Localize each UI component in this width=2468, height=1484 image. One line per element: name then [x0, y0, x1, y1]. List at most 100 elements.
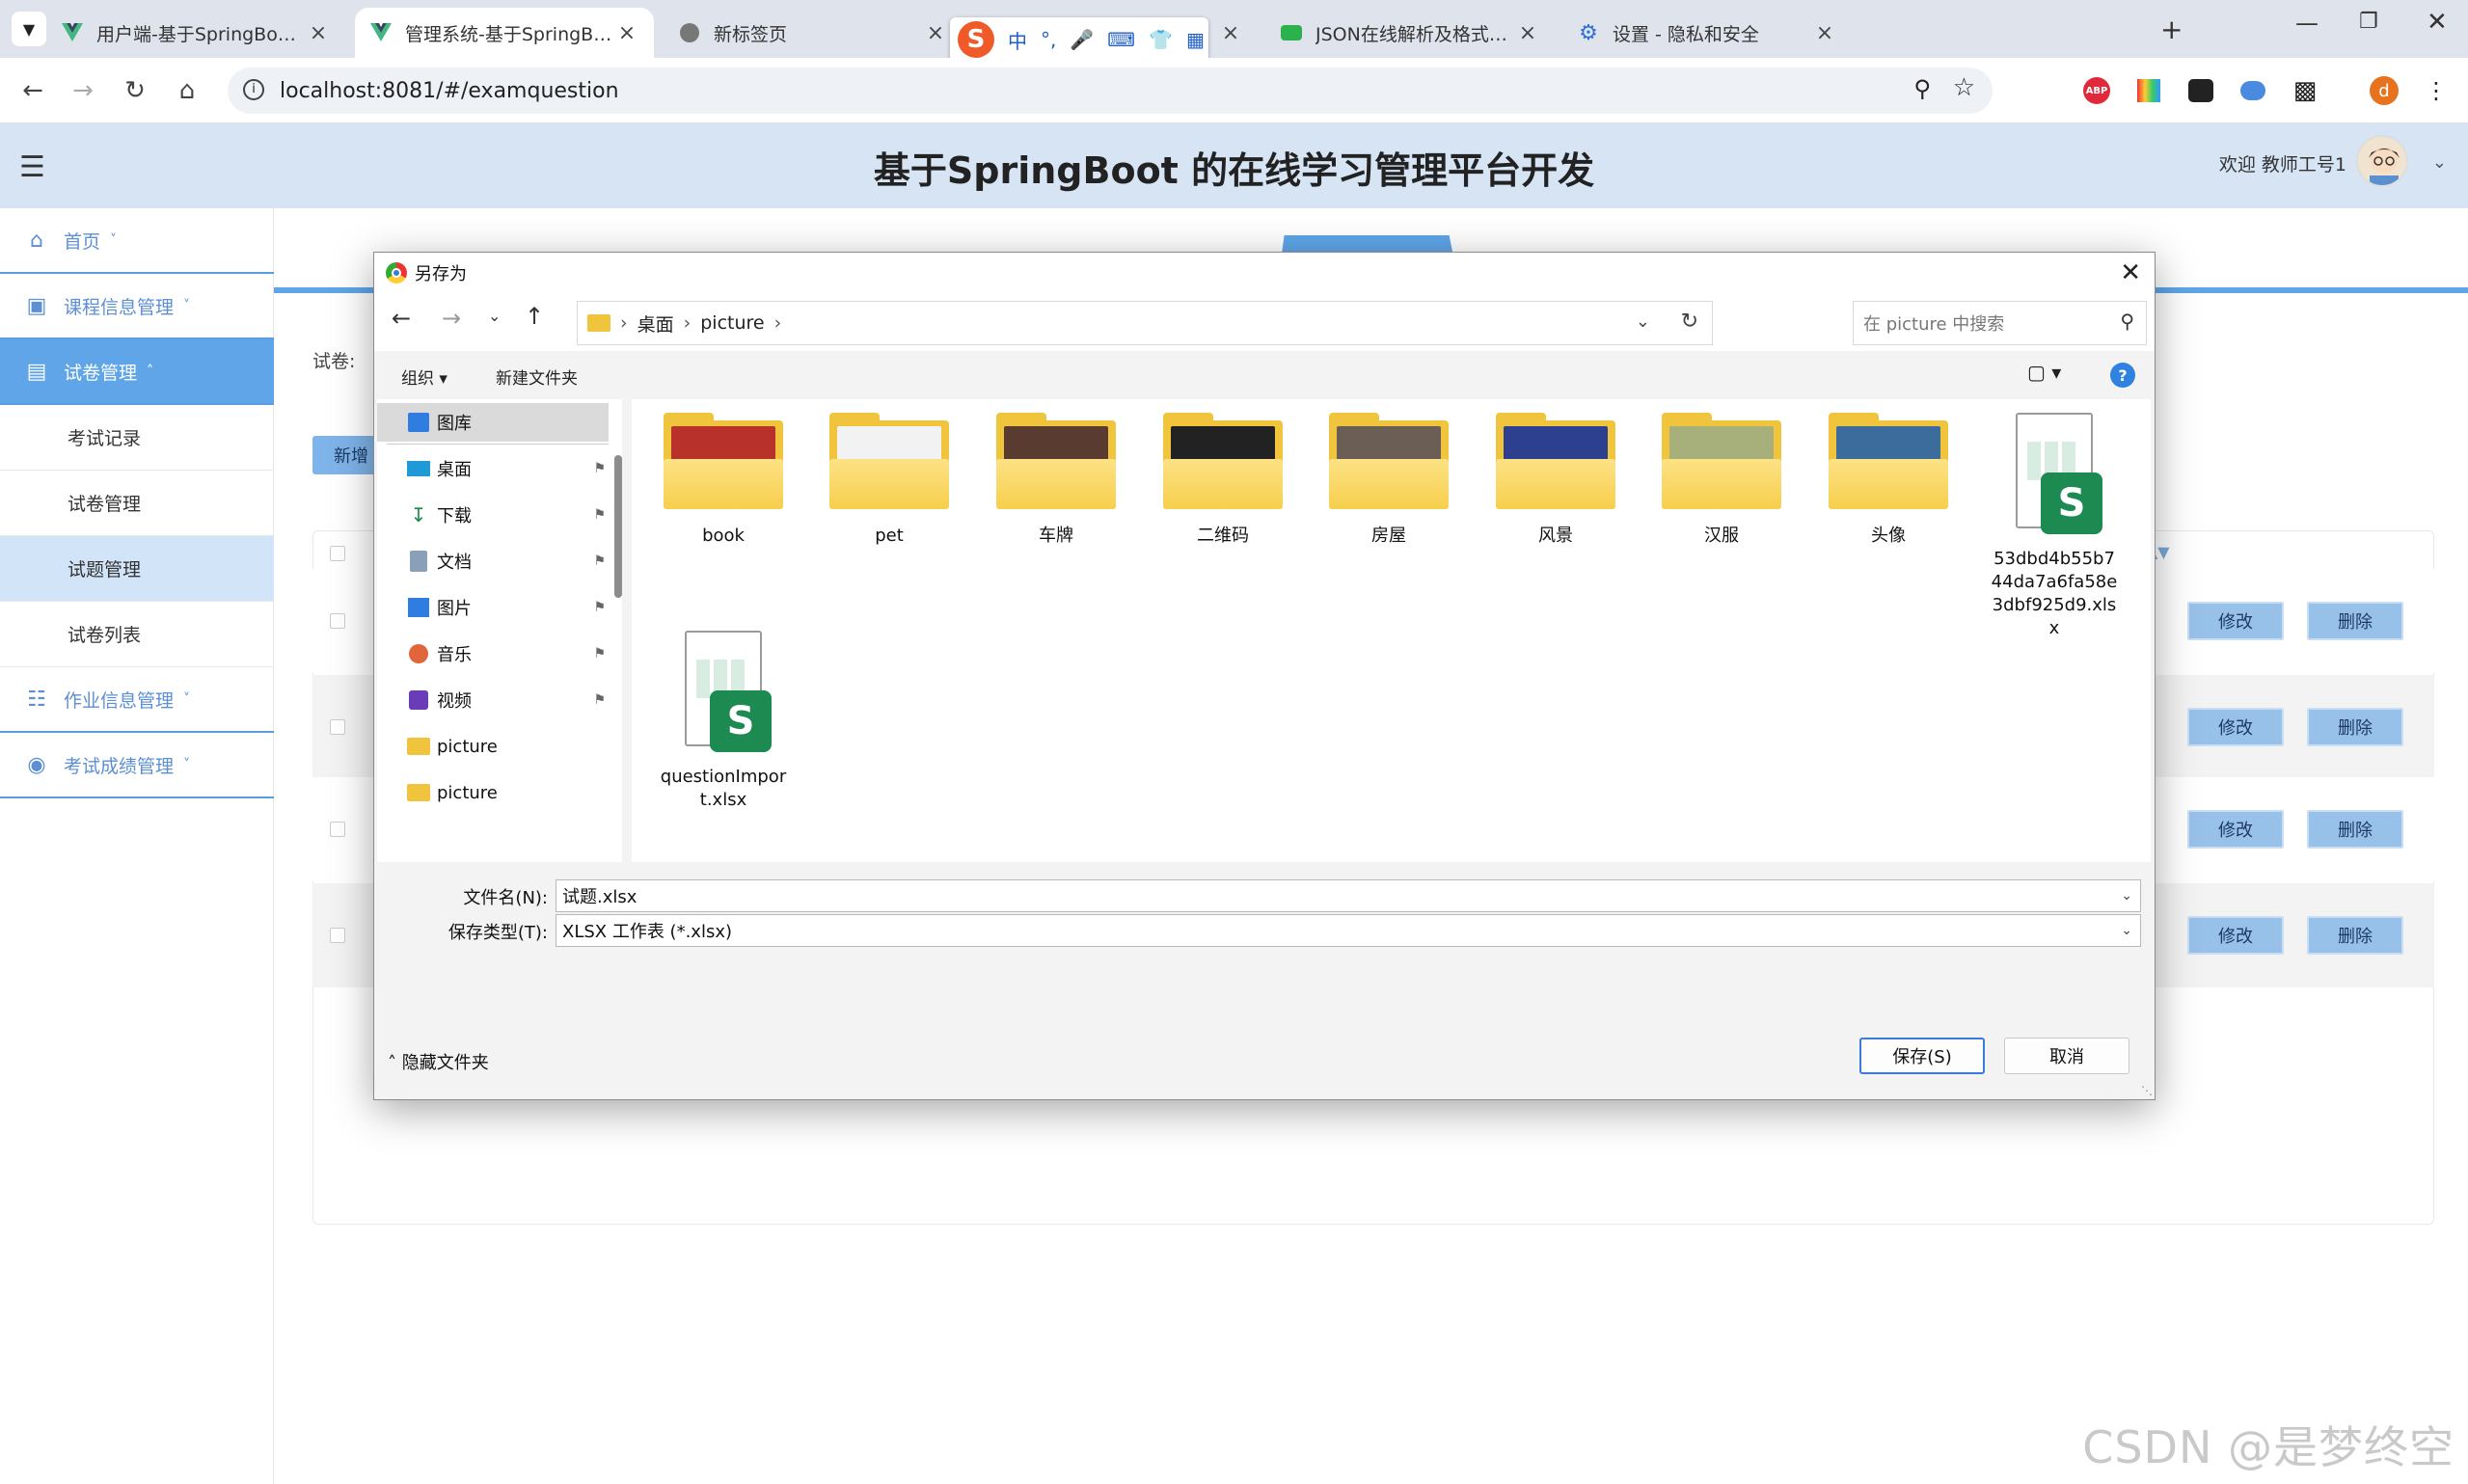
new-folder-button[interactable]: 新建文件夹	[496, 364, 578, 389]
forward-icon[interactable]: →	[442, 305, 461, 332]
edit-button[interactable]: 修改	[2187, 602, 2284, 640]
hide-folders-toggle[interactable]: ˄ 隐藏文件夹	[388, 1049, 489, 1074]
sidebar-item[interactable]: ▤ 试卷管理 ˄	[0, 339, 274, 405]
save-button[interactable]: 保存(S)	[1859, 1038, 1985, 1074]
delete-button[interactable]: 删除	[2307, 916, 2403, 955]
chevron-down-icon[interactable]: ⌄	[2121, 888, 2132, 904]
browser-tab[interactable]: 管理系统-基于SpringBoot ×	[355, 8, 654, 58]
nav-item[interactable]: 视频 ⚑	[406, 681, 613, 719]
nav-item[interactable]: 桌面 ⚑	[406, 449, 613, 488]
folder-item[interactable]: 二维码	[1151, 413, 1295, 548]
sidebar-item[interactable]: ⌂ 首页 ˅	[0, 208, 274, 274]
file-item[interactable]: SquestionImport.xlsx	[651, 631, 796, 812]
folder-item[interactable]: 头像	[1816, 413, 1961, 548]
filetype-value[interactable]: XLSX 工作表 (*.xlsx)	[562, 918, 732, 943]
up-folder-icon[interactable]: ↑	[525, 303, 544, 330]
browser-tab[interactable]: ⚙ 设置 - 隐私和安全 ×	[1562, 8, 1852, 58]
profile-avatar[interactable]: d	[2369, 75, 2400, 106]
pin-icon[interactable]: ⚑	[593, 507, 606, 523]
header-checkbox[interactable]	[330, 546, 345, 561]
edit-button[interactable]: 修改	[2187, 708, 2284, 746]
color-extension-icon[interactable]	[2133, 75, 2164, 106]
row-checkbox[interactable]	[330, 613, 345, 629]
refresh-icon[interactable]: ↻	[1681, 310, 1698, 334]
restore-button[interactable]: ❐	[2359, 10, 2378, 34]
extension-cloud-icon[interactable]	[2237, 75, 2268, 106]
tab-close-icon[interactable]: ×	[1219, 21, 1242, 45]
recent-dropdown-icon[interactable]: ⌄	[488, 307, 501, 325]
tab-close-icon[interactable]: ×	[1516, 21, 1539, 45]
pin-icon[interactable]: ⚑	[593, 600, 606, 615]
close-icon[interactable]: ✕	[2120, 258, 2141, 287]
row-checkbox[interactable]	[330, 822, 345, 837]
browser-tab[interactable]: 新标签页 ×	[664, 8, 963, 58]
url-bar[interactable]: i localhost:8081/#/examquestion ⚲ ☆	[228, 67, 1993, 114]
folder-item[interactable]: book	[651, 413, 796, 548]
chevron-down-icon[interactable]: ⌄	[2121, 923, 2132, 938]
sidebar-item[interactable]: ☷ 作业信息管理 ˅	[0, 667, 274, 733]
browser-tab[interactable]: JSON在线解析及格式化验×	[1265, 8, 1555, 58]
delete-button[interactable]: 删除	[2307, 602, 2403, 640]
adblock-icon[interactable]: ABP	[2081, 75, 2112, 106]
extensions-puzzle-icon[interactable]: ▩	[2290, 75, 2320, 106]
extension-bag-icon[interactable]	[2185, 75, 2216, 106]
ime-toolbar[interactable]: S 中 °, 🎤 ⌨ 👕 ▦	[950, 17, 1208, 62]
window-close-button[interactable]: ✕	[2427, 8, 2448, 37]
folder-item[interactable]: 汉服	[1649, 413, 1794, 548]
pin-icon[interactable]: ⚑	[593, 646, 606, 661]
nav-item[interactable]: 图库	[377, 403, 609, 442]
user-avatar[interactable]	[2356, 135, 2408, 187]
pin-icon[interactable]: ⚑	[593, 692, 606, 708]
cancel-button[interactable]: 取消	[2004, 1038, 2129, 1074]
filename-input[interactable]: 试题.xlsx ⌄	[556, 879, 2141, 912]
sidebar-subitem[interactable]: 试卷列表	[0, 602, 274, 667]
folder-item[interactable]: 车牌	[984, 413, 1128, 548]
nav-item[interactable]: ↧ 下载 ⚑	[406, 496, 613, 534]
breadcrumb-picture[interactable]: picture	[700, 312, 764, 334]
folder-item[interactable]: pet	[817, 413, 962, 548]
edit-button[interactable]: 修改	[2187, 916, 2284, 955]
punctuation-icon[interactable]: °,	[1041, 28, 1056, 51]
back-icon[interactable]: ←	[392, 305, 411, 332]
keyboard-icon[interactable]: ⌨	[1107, 28, 1135, 51]
help-icon[interactable]: ?	[2110, 363, 2135, 388]
sidebar-subitem[interactable]: 考试记录	[0, 405, 274, 471]
toolbox-icon[interactable]: ▦	[1186, 28, 1205, 51]
forward-icon[interactable]: →	[64, 71, 102, 110]
new-tab-button[interactable]: +	[2160, 13, 2183, 45]
home-icon[interactable]: ⌂	[168, 71, 206, 110]
row-checkbox[interactable]	[330, 928, 345, 943]
pin-icon[interactable]: ⚑	[593, 461, 606, 476]
tab-close-icon[interactable]: ×	[924, 21, 947, 45]
breadcrumb-desktop[interactable]: 桌面	[637, 310, 674, 337]
nav-item[interactable]: 音乐 ⚑	[406, 634, 613, 673]
tab-close-icon[interactable]: ×	[307, 21, 330, 45]
bookmark-star-icon[interactable]: ☆	[1953, 73, 1975, 102]
organize-menu[interactable]: 组织 ▾	[401, 364, 447, 389]
browser-menu-icon[interactable]: ⋮	[2421, 75, 2452, 106]
reload-icon[interactable]: ↻	[116, 71, 154, 110]
tab-search-button[interactable]: ▼	[12, 12, 46, 46]
site-info-icon[interactable]: i	[243, 79, 264, 100]
user-dropdown-chevron-icon[interactable]: ⌄	[2432, 152, 2447, 173]
edit-button[interactable]: 修改	[2187, 810, 2284, 849]
url-text[interactable]: localhost:8081/#/examquestion	[280, 79, 619, 103]
sidebar-subitem[interactable]: 试题管理	[0, 536, 274, 602]
address-breadcrumb[interactable]: › 桌面 › picture › ⌄ ↻	[577, 301, 1713, 345]
row-checkbox[interactable]	[330, 719, 345, 735]
pin-icon[interactable]: ⚑	[593, 553, 606, 569]
file-item[interactable]: S 53dbd4b55b744da7a6fa58e3dbf925d9.xlsx	[1982, 413, 2127, 640]
nav-scrollbar[interactable]	[614, 455, 622, 598]
skin-icon[interactable]: 👕	[1149, 28, 1173, 51]
back-icon[interactable]: ←	[14, 71, 52, 110]
view-options-icon[interactable]: ▢ ▾	[2027, 361, 2061, 384]
search-icon[interactable]: ⚲	[2120, 310, 2134, 333]
ime-mode-label[interactable]: 中	[1008, 26, 1027, 54]
sidebar-item[interactable]: ▣ 课程信息管理 ˅	[0, 274, 274, 339]
folder-item[interactable]: 房屋	[1316, 413, 1461, 548]
search-input[interactable]: 在 picture 中搜索 ⚲	[1853, 301, 2147, 345]
delete-button[interactable]: 删除	[2307, 810, 2403, 849]
nav-item[interactable]: 文档 ⚑	[406, 542, 613, 580]
path-dropdown-icon[interactable]: ⌄	[1636, 311, 1650, 332]
filename-value[interactable]: 试题.xlsx	[562, 883, 637, 908]
